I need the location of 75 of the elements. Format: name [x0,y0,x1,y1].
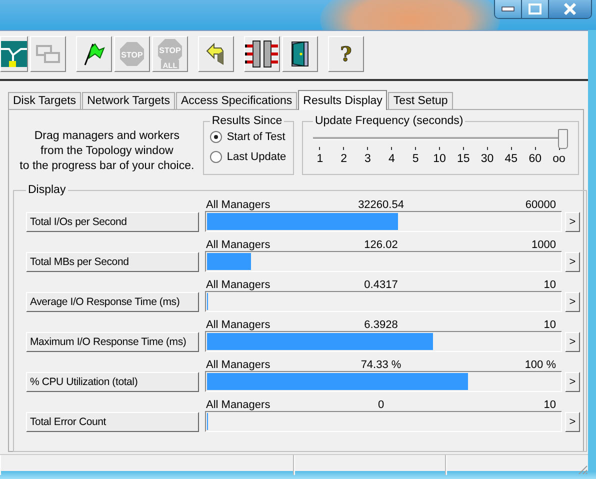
more-button[interactable]: > [565,332,580,352]
source-label: All Managers [206,399,272,411]
metric-button[interactable]: Total I/Os per Second [26,212,199,232]
tab[interactable]: Results Display [298,90,388,110]
max-label: 10 [542,319,556,331]
tab[interactable]: Access Specifications [176,92,298,109]
help-button[interactable]: ? [328,36,364,72]
tab[interactable]: Network Targets [82,92,175,109]
tick-label: 1 [316,153,324,165]
toolbar-button[interactable] [244,36,280,72]
more-button[interactable]: > [565,372,580,392]
source-label: All Managers [206,319,272,331]
tick-label: 30 [480,153,494,165]
slider-track[interactable] [312,129,568,147]
radio-option[interactable]: Start of Test [210,127,287,147]
flag-icon [83,42,105,66]
metric-button[interactable]: Total Error Count [26,412,199,432]
maximize-icon[interactable] [522,0,549,18]
radio-button[interactable] [210,151,222,163]
metric-button[interactable]: Average I/O Response Time (ms) [26,292,199,312]
toolbar-button[interactable] [198,36,234,72]
network-icon [1,39,27,69]
radio-option[interactable]: Last Update [210,147,287,167]
source-label: All Managers [206,239,272,251]
tab[interactable]: Test Setup [388,92,453,109]
radio-button[interactable] [210,131,222,143]
max-label: 60000 [524,199,556,211]
value-label: 32260.54 [357,199,405,211]
source-label: All Managers [206,359,272,371]
toolbar-button[interactable] [76,36,112,72]
value-label: 74.33 % [360,359,402,371]
door-icon [291,41,309,67]
tick-label: 60 [528,153,542,165]
tick-label: 3 [364,153,371,165]
close-icon[interactable] [549,0,591,18]
radio-label: Last Update [226,151,286,163]
max-label: 100 % [524,359,556,371]
toolbar-button[interactable] [282,36,318,72]
tab[interactable]: Disk Targets [8,92,82,109]
radio-label: Start of Test [226,131,286,143]
minimize-icon[interactable] [495,0,522,18]
tick-label: oo [552,153,566,165]
tick-label: 10 [433,153,446,165]
value-label: 6.3928 [363,319,399,331]
tick-label: 45 [504,153,518,165]
value-label: 0 [376,399,386,411]
metric-button[interactable]: Total MBs per Second [26,252,199,272]
more-button[interactable]: > [565,412,580,432]
slider-thumb[interactable] [558,129,568,149]
metric-button[interactable]: Maximum I/O Response Time (ms) [26,332,199,352]
max-label: 10 [542,279,556,291]
resize-grip-icon [576,463,588,475]
instructions-text: Drag managers and workers from the Topology window to the progress bar of your choice. [18,129,196,174]
source-label: All Managers [206,199,272,211]
group-title: Update Frequency (seconds) [314,115,464,127]
connectors-icon [245,40,279,68]
max-label: 1000 [530,239,556,251]
group-title: Display [27,184,67,196]
more-button[interactable]: > [565,292,580,312]
source-label: All Managers [206,279,272,291]
value-label: 0.4317 [363,279,399,291]
tick-label: 15 [456,153,470,165]
question-mark-icon: ? [340,44,352,64]
max-label: 10 [542,399,556,411]
tick-label: 2 [340,153,348,165]
stop-sign-icon: STOP [119,41,145,67]
metric-button[interactable]: % CPU Utilization (total) [26,372,199,392]
more-button[interactable]: > [565,212,580,232]
tick-label: 5 [412,153,419,165]
group-title: Results Since [210,115,284,127]
more-button[interactable]: > [565,252,580,272]
windows-icon [36,44,60,64]
value-label: 126.02 [363,239,399,251]
tick-label: 4 [388,153,395,165]
back-arrow-icon [206,43,226,65]
